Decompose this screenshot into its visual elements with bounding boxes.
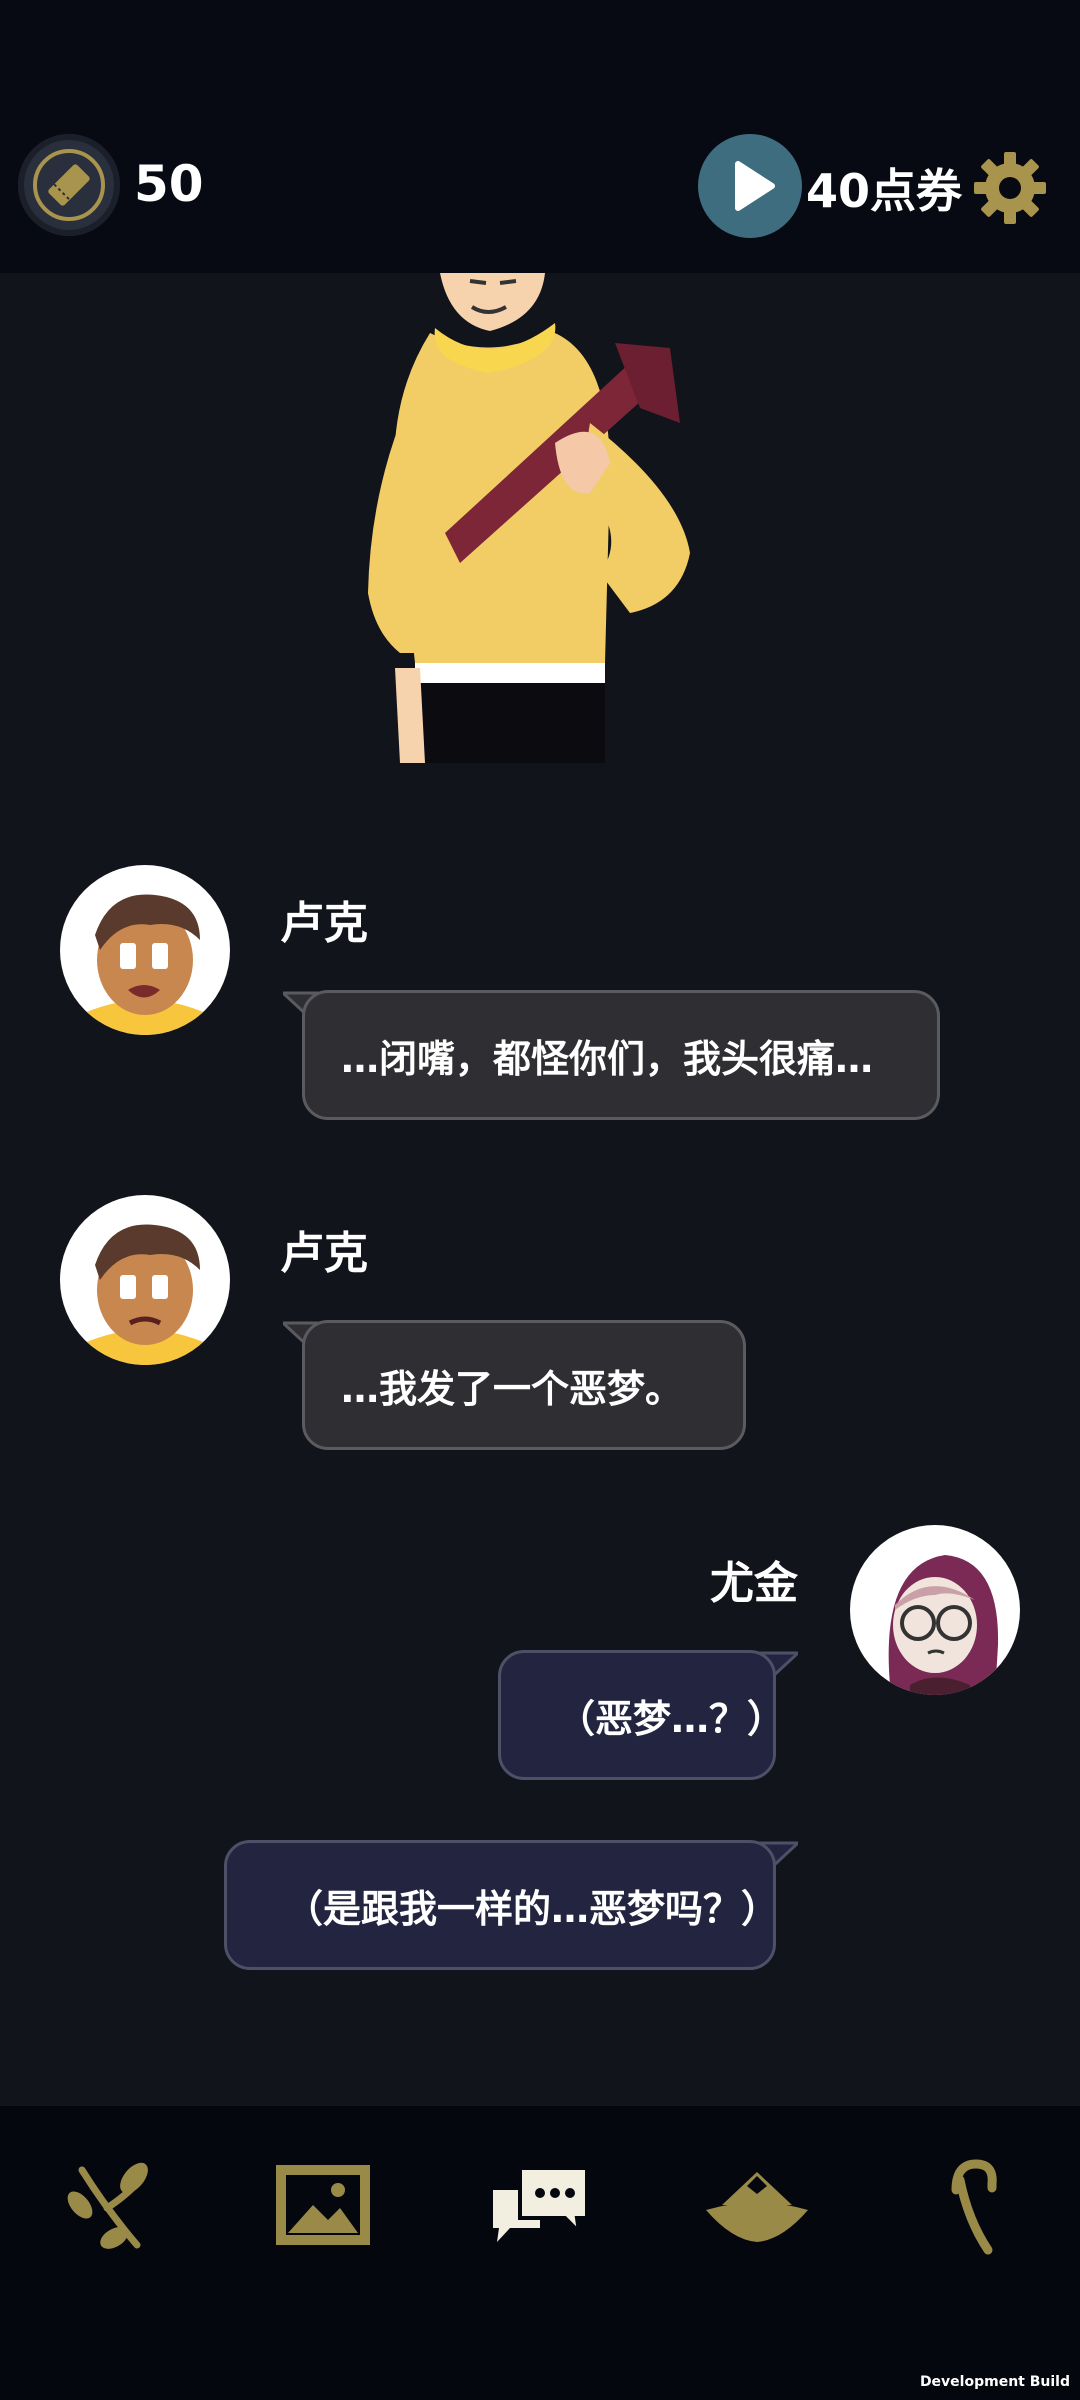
avatar-luke — [60, 865, 230, 1035]
speaker-name: 卢克 — [280, 1228, 368, 1279]
watch-ad-button[interactable] — [698, 134, 802, 238]
branch-icon[interactable] — [52, 2150, 162, 2260]
play-icon — [735, 161, 775, 211]
dialogue-text: （恶梦…？） — [557, 1696, 786, 1741]
cane-icon[interactable] — [918, 2150, 1028, 2260]
voucher-count: 40点券 — [806, 164, 963, 218]
speaker-name: 卢克 — [280, 898, 368, 949]
eugene-face-icon — [888, 1555, 999, 1695]
game-screen: 50 40点券 卢克 …闭嘴，都怪你们，我头很痛… 卢克 …我发了一个恶梦。 尤… — [0, 0, 1080, 2400]
hat-icon[interactable] — [702, 2150, 812, 2260]
gallery-icon[interactable] — [268, 2150, 378, 2260]
chat-icon[interactable] — [485, 2150, 595, 2260]
top-bar: 50 40点券 — [0, 0, 1080, 273]
dialogue-bubble[interactable]: …我发了一个恶梦。 — [302, 1320, 746, 1450]
dialogue-text: …闭嘴，都怪你们，我头很痛… — [341, 1036, 874, 1081]
luke-face-icon — [80, 894, 210, 1035]
luke-face-icon — [80, 1224, 210, 1365]
gear-icon[interactable] — [970, 148, 1050, 228]
dialogue-bubble[interactable]: （是跟我一样的…恶梦吗？） — [224, 1840, 780, 1970]
dialogue-text: …我发了一个恶梦。 — [341, 1366, 684, 1411]
speaker-name: 尤金 — [710, 1558, 798, 1609]
ticket-icon — [33, 149, 105, 221]
avatar-luke — [60, 1195, 230, 1365]
ticket-count: 50 — [134, 155, 204, 213]
avatar-eugene — [850, 1525, 1020, 1695]
ticket-badge[interactable] — [18, 134, 120, 236]
dialogue-bubble[interactable]: …闭嘴，都怪你们，我头很痛… — [302, 990, 940, 1120]
dialogue-bubble[interactable]: （恶梦…？） — [498, 1650, 786, 1780]
build-label: Development Build — [919, 2374, 1070, 2390]
dialogue-text: （是跟我一样的…恶梦吗？） — [285, 1886, 780, 1931]
character-portrait — [368, 273, 690, 763]
